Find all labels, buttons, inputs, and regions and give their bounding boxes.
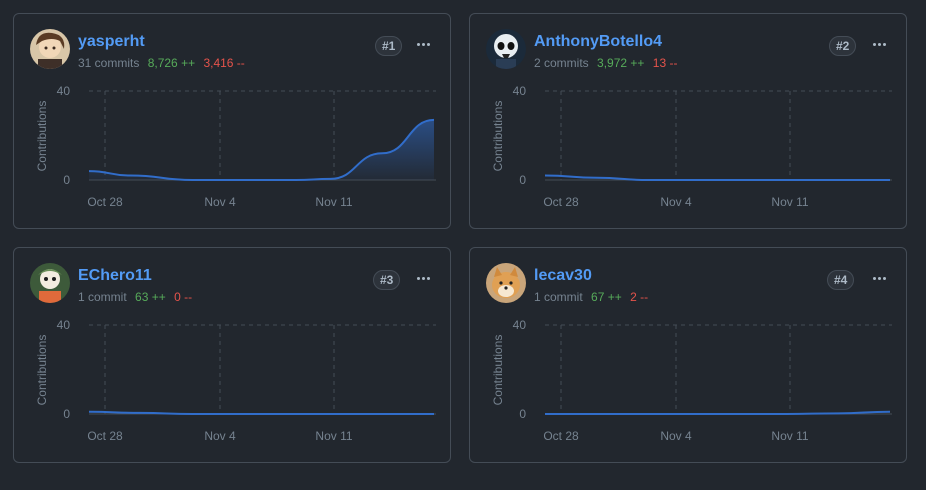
x-tick-label: Oct 28: [87, 195, 123, 209]
contributions-chart: 40 0 Oct 28 Nov 4 Nov 11 Contributions: [35, 84, 436, 209]
x-tick-label: Nov 11: [315, 195, 352, 209]
contributions-chart: 40 0 Oct 28 Nov 4 Nov 11 Contributions: [491, 318, 892, 443]
contributions-chart: 40 0 Oct 28 Nov 4 Nov 11 Contributions: [35, 318, 436, 443]
contributions-chart: 40 0 Oct 28 Nov 4 Nov 11 Contributions: [491, 84, 892, 209]
y-tick-label: 40: [57, 318, 71, 332]
y-axis-label: Contributions: [35, 101, 49, 172]
x-tick-label: Nov 4: [660, 429, 692, 443]
y-axis-label: Contributions: [491, 101, 505, 172]
y-tick-label: 0: [519, 407, 526, 421]
contributor-card: yasperht 31 commits 8,726 ++ 3,416 -- #1…: [13, 13, 451, 229]
y-tick-label: 40: [513, 84, 527, 98]
series-line: [88, 410, 434, 415]
contributor-card: lecav30 1 commit 67 ++ 2 -- #4 40 0 Oct 28…: [469, 247, 907, 463]
contributor-card: AnthonyBotello4 2 commits 3,972 ++ 13 --…: [469, 13, 907, 229]
y-axis-label: Contributions: [491, 335, 505, 406]
x-tick-label: Oct 28: [543, 429, 579, 443]
y-tick-label: 0: [63, 407, 70, 421]
y-tick-label: 40: [513, 318, 527, 332]
y-axis-label: Contributions: [35, 335, 49, 406]
series-line: [545, 410, 891, 415]
x-tick-label: Nov 4: [204, 429, 236, 443]
x-tick-label: Oct 28: [87, 429, 123, 443]
y-tick-label: 40: [57, 84, 71, 98]
contributor-card: EChero11 1 commit 63 ++ 0 -- #3 40 0 Oct 2…: [13, 247, 451, 463]
x-tick-label: Nov 11: [315, 429, 352, 443]
series-line: [544, 174, 890, 181]
x-tick-label: Nov 4: [660, 195, 692, 209]
series-area: [89, 119, 434, 180]
x-tick-label: Nov 4: [204, 195, 236, 209]
y-tick-label: 0: [63, 173, 70, 187]
y-tick-label: 0: [519, 173, 526, 187]
x-tick-label: Oct 28: [543, 195, 579, 209]
x-tick-label: Nov 11: [771, 429, 808, 443]
x-tick-label: Nov 11: [771, 195, 808, 209]
